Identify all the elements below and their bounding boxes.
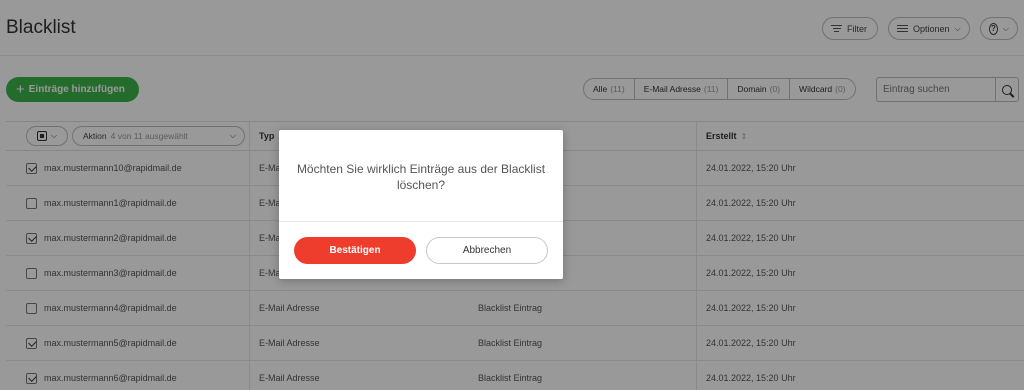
- divider: [279, 221, 563, 222]
- confirm-delete-dialog: Möchten Sie wirklich Einträge aus der Bl…: [279, 130, 563, 279]
- blacklist-page: Blacklist Filter Optionen ⌵ ? ⌵ + Einträ…: [0, 0, 1024, 390]
- dialog-message: Möchten Sie wirklich Einträge aus der Bl…: [296, 162, 546, 192]
- confirm-button[interactable]: Bestätigen: [294, 237, 416, 264]
- cancel-button[interactable]: Abbrechen: [426, 237, 548, 264]
